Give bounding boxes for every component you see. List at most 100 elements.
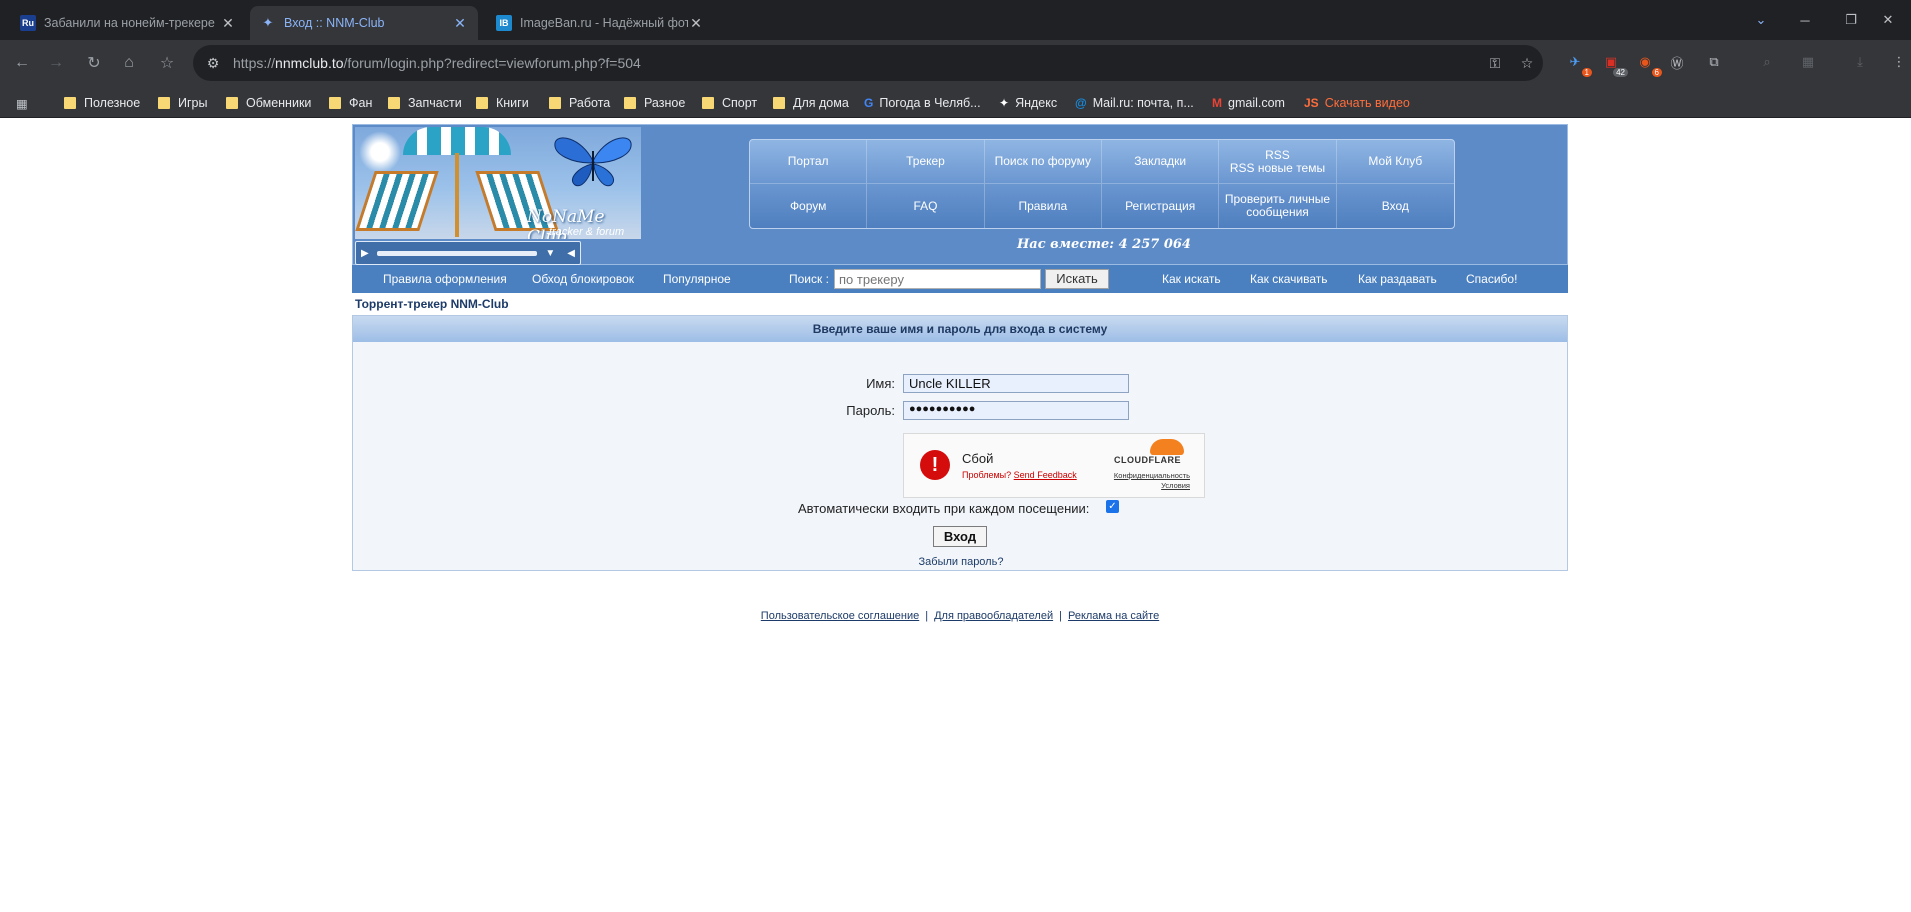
close-tab-icon[interactable]: ✕	[220, 15, 236, 32]
close-tab-icon[interactable]: ✕	[452, 15, 468, 32]
bookmark-folder-sport[interactable]: Спорт	[702, 94, 757, 112]
link-how-to-seed[interactable]: Как раздавать	[1358, 272, 1437, 286]
nav-faq[interactable]: FAQ	[867, 184, 985, 228]
yandex-icon: ✦	[999, 96, 1010, 110]
bookmark-download-video[interactable]: JS Скачать видео	[1304, 94, 1410, 112]
address-bar[interactable]: ⚙ https://nnmclub.to/forum/login.php?red…	[193, 45, 1543, 81]
extension-3-icon[interactable]: ◉ 6	[1634, 51, 1662, 77]
minimize-button[interactable]: ─	[1782, 0, 1828, 40]
nav-forum-search[interactable]: Поиск по форуму	[984, 140, 1102, 184]
footer-advertising[interactable]: Реклама на сайте	[1068, 610, 1159, 622]
autologin-checkbox[interactable]: ✓	[1106, 500, 1119, 513]
extension-4-icon[interactable]: Ⓦ	[1666, 51, 1688, 73]
js-icon: JS	[1304, 96, 1319, 110]
nav-my-club[interactable]: Мой Клуб	[1336, 140, 1454, 184]
login-submit-button[interactable]: Вход	[933, 526, 987, 547]
link-thanks[interactable]: Спасибо!	[1466, 272, 1517, 286]
volume-icon[interactable]: ◀	[567, 248, 575, 259]
nav-bookmarks[interactable]: Закладки	[1102, 140, 1220, 184]
link-popular[interactable]: Популярное	[663, 272, 731, 286]
player-progress-bar[interactable]	[376, 250, 538, 256]
download-icon[interactable]: ⤓	[1849, 51, 1871, 73]
bookmark-folder-obmenniki[interactable]: Обменники	[226, 94, 311, 112]
audio-player[interactable]: ▶ ▼ ◀	[355, 241, 581, 265]
tab-1[interactable]: Ru Забанили на нонейм-трекере ✕	[10, 6, 246, 40]
bookmark-folder-zapchasti[interactable]: Запчасти	[388, 94, 462, 112]
back-arrow-icon[interactable]: ←	[8, 49, 36, 77]
password-input[interactable]: ●●●●●●●●●●	[903, 401, 1129, 420]
bookmark-gmail[interactable]: Mgmail.com	[1212, 94, 1285, 112]
url-host: nnmclub.to	[275, 55, 344, 71]
link-how-to-download[interactable]: Как скачивать	[1250, 272, 1328, 286]
forgot-password-link[interactable]: Забыли пароль?	[353, 556, 1569, 568]
send-feedback-link[interactable]: Send Feedback	[1014, 470, 1077, 480]
footer-copyright-holders[interactable]: Для правообладателей	[934, 610, 1053, 622]
bookmark-folder-raznoe[interactable]: Разное	[624, 94, 685, 112]
terms-link[interactable]: Условия	[1161, 481, 1190, 490]
bookmark-folder-dlya-doma[interactable]: Для дома	[773, 94, 849, 112]
site-logo[interactable]: NoNaMe Club tracker & forum	[355, 127, 641, 239]
forward-arrow-icon[interactable]: →	[42, 49, 70, 77]
captcha-problems: Проблемы? Send Feedback	[962, 470, 1077, 480]
privacy-link[interactable]: Конфиденциальность	[1114, 471, 1190, 480]
apps-grid-icon[interactable]: ▦	[16, 94, 28, 112]
extension-1-icon[interactable]: ✈ 1	[1564, 51, 1592, 77]
tab-title: Забанили на нонейм-трекере	[44, 16, 215, 30]
nav-forum[interactable]: Форум	[750, 184, 868, 228]
nav-registration[interactable]: Регистрация	[1102, 184, 1220, 228]
bookmark-weather[interactable]: G Погода в Челяб...	[864, 94, 981, 112]
tab-3[interactable]: IB ImageBan.ru - Надёжный фото ✕	[486, 6, 714, 40]
breadcrumb[interactable]: Торрент-трекер NNM-Club	[352, 293, 1568, 315]
cloudflare-captcha-widget[interactable]: ! Сбой Проблемы? Send Feedback CLOUDFLAR…	[903, 433, 1205, 498]
search-input[interactable]	[834, 269, 1041, 289]
bookmark-folder-igry[interactable]: Игры	[158, 94, 207, 112]
nav-tracker[interactable]: Трекер	[867, 140, 985, 184]
bookmark-label: Для дома	[793, 96, 849, 110]
tab-search-chevron-icon[interactable]: ⌄	[1738, 0, 1784, 40]
bookmark-folder-fan[interactable]: Фан	[329, 94, 372, 112]
reload-icon[interactable]: ↻	[80, 49, 108, 77]
bookmark-yandex[interactable]: ✦ Яндекс	[999, 94, 1057, 112]
bookmark-folder-rabota[interactable]: Работа	[549, 94, 610, 112]
play-icon[interactable]: ▶	[361, 248, 369, 259]
extensions-puzzle-icon[interactable]: ⧉	[1703, 51, 1725, 73]
bookmark-mail-ru[interactable]: @ Mail.ru: почта, п...	[1075, 94, 1194, 112]
nav-rss[interactable]: RSS RSS новые темы	[1219, 140, 1337, 184]
tab-2[interactable]: ✦ Вход :: NNM-Club ✕	[250, 6, 478, 40]
link-how-to-search[interactable]: Как искать	[1162, 272, 1221, 286]
key-icon[interactable]: ⚿	[1479, 55, 1511, 72]
bookmark-star-icon[interactable]: ☆	[153, 49, 181, 77]
butterfly-icon	[554, 137, 632, 187]
page-footer: Пользовательское соглашение | Для правообл…	[352, 610, 1568, 622]
url-prefix: https://	[233, 55, 276, 71]
close-tab-icon[interactable]: ✕	[688, 15, 704, 32]
bookmarks-bar: ▦ Полезное Игры Обменники Фан Запчасти К…	[0, 86, 1911, 118]
url-text[interactable]: https://nnmclub.to/forum/login.php?redir…	[233, 55, 1479, 71]
bookmark-folder-poleznoe[interactable]: Полезное	[64, 94, 140, 112]
footer-user-agreement[interactable]: Пользовательское соглашение	[761, 610, 919, 622]
nav-portal[interactable]: Портал	[750, 140, 868, 184]
extension-2-icon[interactable]: ▣ 42	[1600, 51, 1628, 77]
bookmark-label: Книги	[496, 96, 529, 110]
close-window-button[interactable]: ✕	[1865, 0, 1911, 40]
url-path: /forum/login.php?redirect=viewforum.php?…	[343, 55, 641, 71]
search-icon[interactable]: ⌕	[1756, 51, 1778, 73]
dropdown-chevron-icon[interactable]: ▼	[545, 248, 555, 259]
home-icon[interactable]: ⌂	[115, 49, 143, 77]
nav-rules[interactable]: Правила	[985, 184, 1102, 228]
link-formatting-rules[interactable]: Правила оформления	[383, 272, 507, 286]
grid-icon[interactable]: ▦	[1797, 51, 1819, 73]
username-input[interactable]: Uncle KILLER	[903, 374, 1129, 393]
nav-login[interactable]: Вход	[1337, 184, 1454, 228]
bookmark-folder-knigi[interactable]: Книги	[476, 94, 529, 112]
site-settings-icon[interactable]: ⚙	[193, 55, 233, 72]
logo-subtitle: tracker & forum	[549, 226, 625, 238]
bookmark-label: Разное	[644, 96, 686, 110]
password-label: Пароль:	[846, 403, 895, 418]
bookmark-page-star-icon[interactable]: ☆	[1511, 55, 1543, 72]
nav-private-messages[interactable]: Проверить личные сообщения	[1219, 184, 1337, 228]
link-bypass-blocking[interactable]: Обход блокировок	[532, 272, 634, 286]
captcha-status: Сбой	[962, 451, 994, 466]
search-button[interactable]: Искать	[1045, 269, 1109, 289]
menu-dots-icon[interactable]: ⋮	[1888, 51, 1910, 73]
